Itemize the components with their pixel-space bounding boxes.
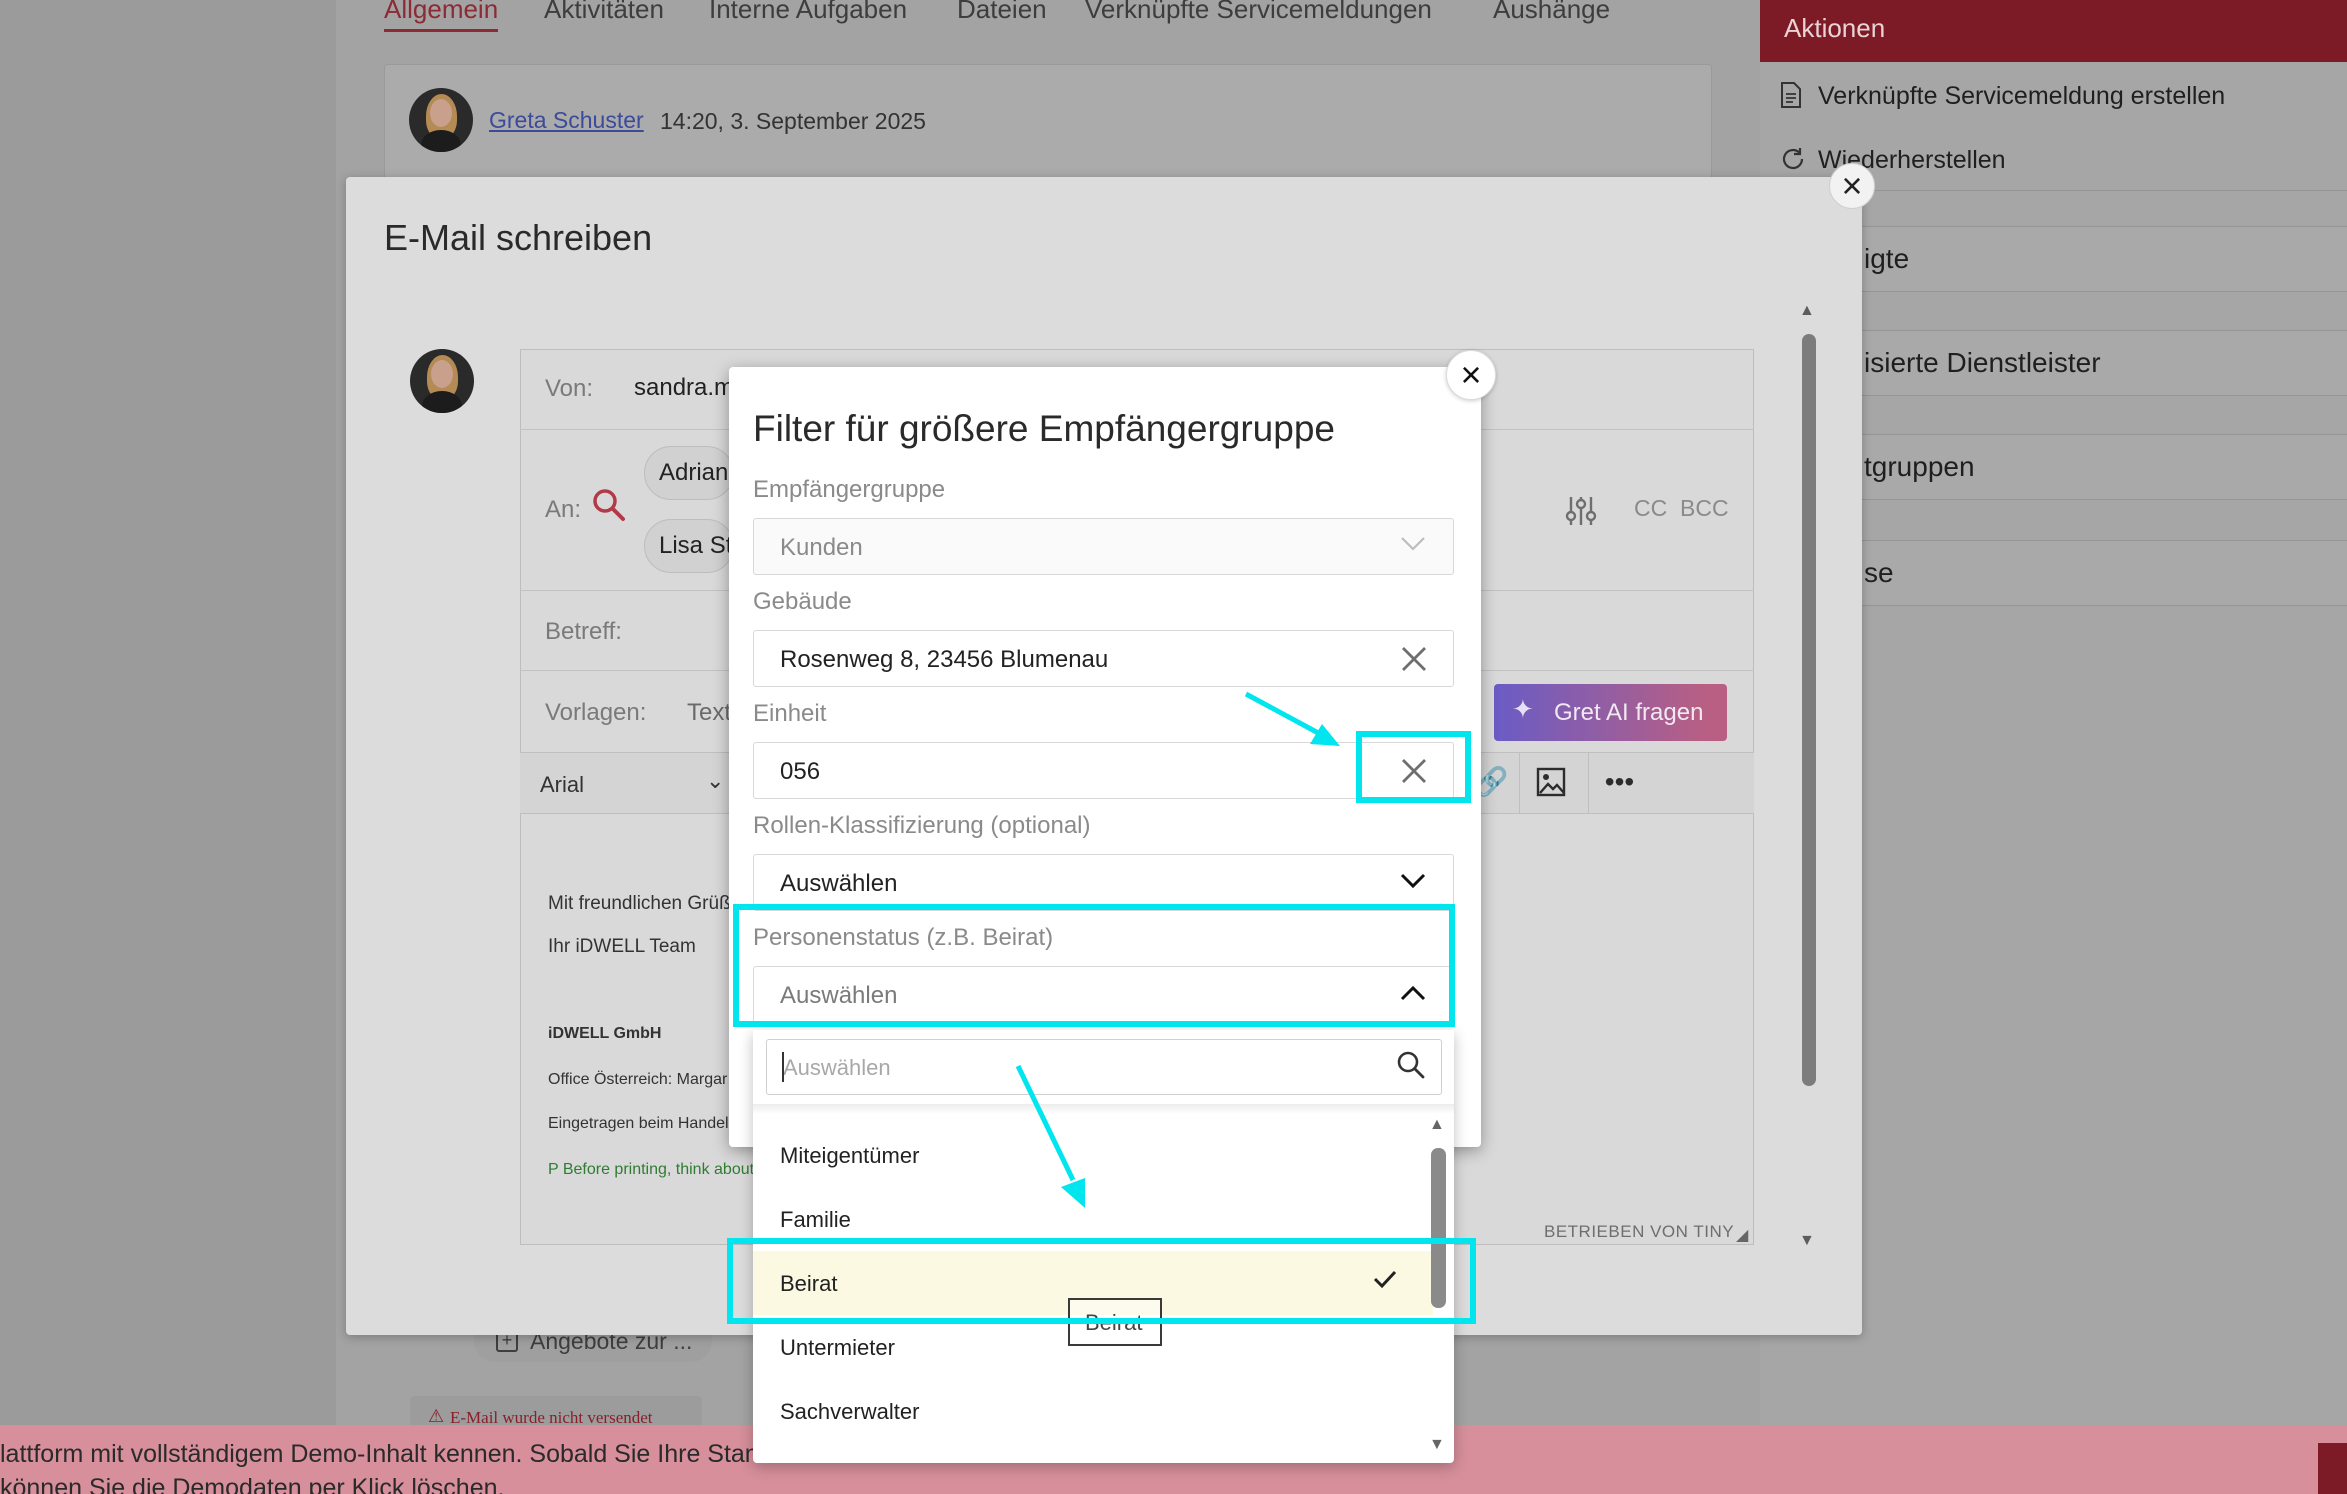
annotation-arrow-to-beirat xyxy=(1015,1064,1085,1208)
